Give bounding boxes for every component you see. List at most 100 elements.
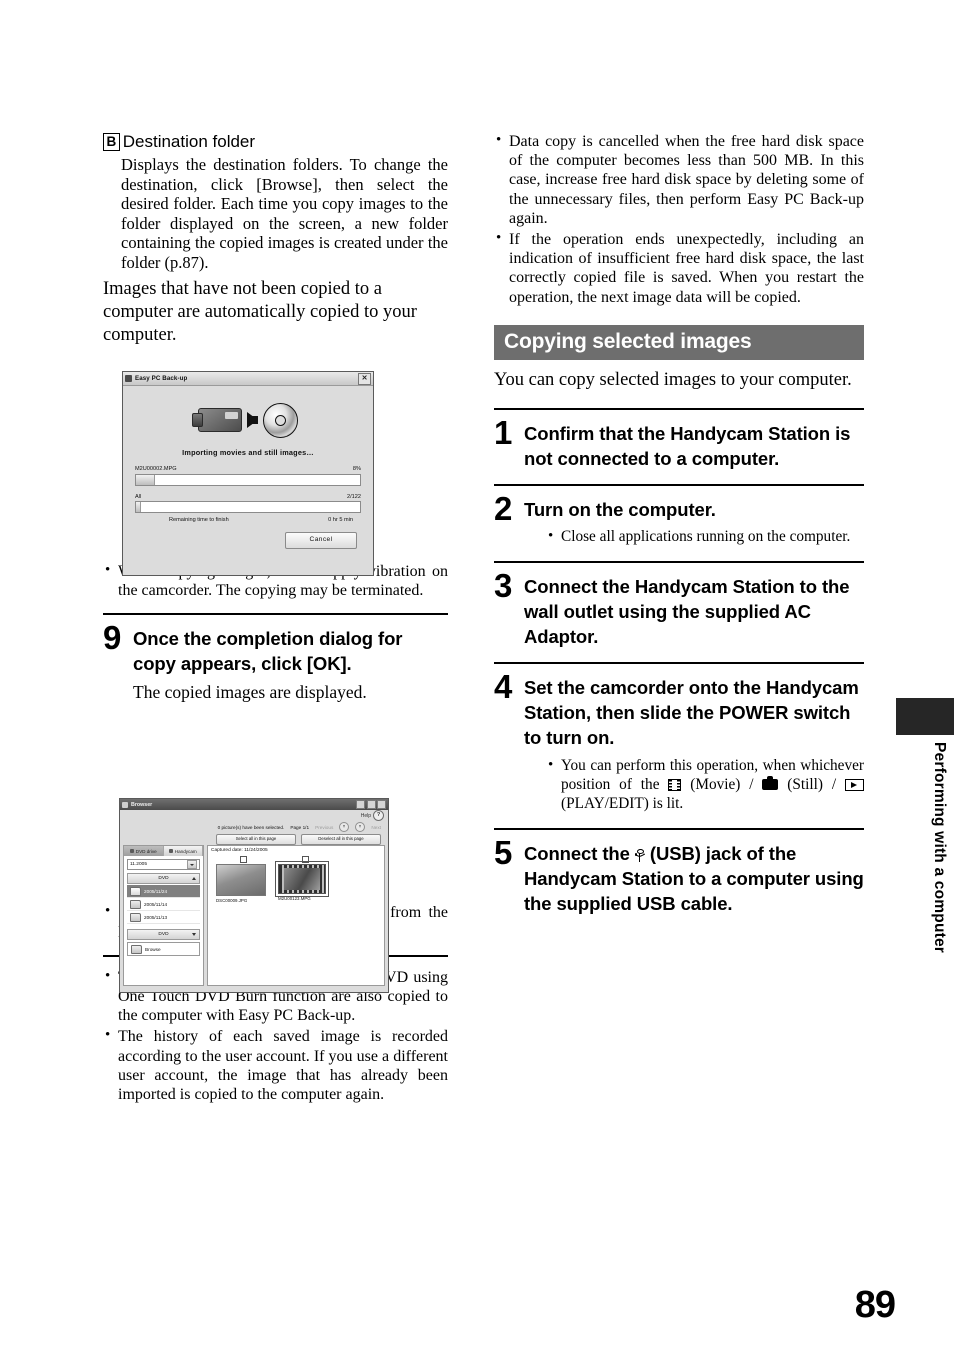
options-button[interactable]: Options bbox=[126, 991, 170, 992]
source-tabs: DVD drive Handycam bbox=[124, 846, 203, 856]
file-progress-labels: M2U00002.MPG 8% bbox=[135, 466, 361, 472]
folder-item-1[interactable]: 2005/11/14 bbox=[127, 898, 200, 911]
divider-above-step2 bbox=[494, 483, 864, 486]
thumbnail-grid: DSC00009.JPG M2U00123.MPG bbox=[208, 853, 384, 903]
current-file-percent: 8% bbox=[352, 466, 361, 472]
browse-item[interactable]: Browse bbox=[128, 943, 199, 955]
top-note-2: If the operation ends unexpectedly, incl… bbox=[494, 229, 864, 307]
file-progress-bar bbox=[135, 473, 361, 486]
group-header-dvd-2[interactable]: DVD bbox=[127, 929, 200, 940]
thumbnail-image-movie[interactable] bbox=[275, 861, 329, 897]
movie-frame bbox=[284, 868, 320, 890]
arrow-right-icon bbox=[247, 412, 258, 428]
usb-icon bbox=[634, 849, 645, 863]
folder-item-0[interactable]: 2005/11/24 bbox=[127, 885, 200, 898]
browser-dialog: Browser Help ? 0 picture(s) have been se… bbox=[119, 798, 389, 993]
tab-handycam[interactable]: Handycam bbox=[163, 846, 203, 856]
step-3-number: 3 bbox=[494, 567, 512, 605]
thumbnail-label: M2U00123.MPG bbox=[278, 896, 311, 901]
step-3: 3 Connect the Handycam Station to the wa… bbox=[494, 567, 864, 649]
marker-b: B bbox=[103, 132, 120, 152]
folder-icon bbox=[130, 899, 141, 909]
movie-mode-icon bbox=[668, 779, 682, 792]
help-label[interactable]: Help bbox=[361, 813, 371, 819]
help-icon[interactable]: ? bbox=[373, 810, 384, 821]
tab-dvd-label: DVD drive bbox=[135, 848, 157, 854]
thumbnail-image-still[interactable] bbox=[216, 864, 266, 896]
step-4-note: You can perform this operation, when whi… bbox=[546, 756, 864, 813]
step-5-title: Connect the (USB) jack of the Handycam S… bbox=[524, 841, 864, 916]
step-2-note: Close all applications running on the co… bbox=[546, 527, 864, 547]
folder-icon bbox=[131, 944, 142, 954]
step-4-note-part-2: (Movie) / bbox=[681, 776, 763, 794]
document-page: B Destination folder Displays the destin… bbox=[0, 0, 954, 1357]
thumbnail-panel: Captured date: 11/24/2005 DSC00009.JPG M… bbox=[207, 845, 385, 986]
help-row: Help ? bbox=[120, 810, 388, 821]
still-mode-icon bbox=[762, 776, 779, 791]
next-arrow-icon[interactable] bbox=[355, 822, 366, 832]
thumbnail-checkbox[interactable] bbox=[302, 856, 309, 863]
step-9-number: 9 bbox=[103, 619, 121, 657]
step-5: 5 Connect the (USB) jack of the Handycam… bbox=[494, 836, 864, 916]
previous-arrow-icon[interactable] bbox=[339, 822, 350, 832]
divider-above-step1 bbox=[494, 407, 864, 410]
cancel-button[interactable]: Cancel bbox=[285, 532, 357, 549]
step-9: 9 Once the completion dialog for copy ap… bbox=[103, 619, 448, 703]
group-header-dvd-1-label: DVD bbox=[158, 876, 169, 881]
divider-above-step3 bbox=[494, 561, 864, 564]
drive-icon bbox=[129, 849, 134, 853]
remaining-value: 0 hr 5 min bbox=[328, 517, 353, 523]
current-file-name: M2U00002.MPG bbox=[135, 466, 177, 472]
deselect-all-button[interactable]: Deselect all in this page bbox=[301, 834, 381, 845]
thumbnail-item[interactable]: DSC00009.JPG bbox=[216, 856, 272, 903]
step-2: 2 Turn on the computer. Close all applic… bbox=[494, 489, 864, 549]
all-label: All bbox=[135, 493, 142, 500]
minimize-icon[interactable] bbox=[356, 800, 365, 809]
maximize-icon[interactable] bbox=[366, 800, 376, 809]
source-panel: DVD drive Handycam 11.2005 DVD 2005/11/2… bbox=[123, 845, 204, 986]
disc-icon bbox=[322, 993, 333, 994]
next-button[interactable]: Next bbox=[371, 825, 381, 830]
step-1-title: Confirm that the Handycam Station is not… bbox=[524, 422, 851, 469]
importing-message: Importing movies and still images… bbox=[182, 448, 314, 457]
bottom-note-2: The history of each saved image is recor… bbox=[103, 1026, 448, 1104]
folder-icon bbox=[130, 912, 141, 922]
date-select-value: 11.2005 bbox=[130, 862, 147, 867]
camcorder-icon bbox=[168, 849, 173, 853]
step-2-notes: Close all applications running on the co… bbox=[546, 527, 864, 547]
chevron-down-icon[interactable] bbox=[187, 860, 197, 869]
group-header-dvd-1[interactable]: DVD bbox=[127, 873, 200, 884]
previous-button[interactable]: Previous bbox=[315, 825, 333, 830]
burn-dvd-button[interactable]: Burn DVD bbox=[338, 991, 382, 992]
select-all-button[interactable]: Select all in this page bbox=[216, 834, 296, 845]
thumbnail-checkbox[interactable] bbox=[240, 856, 247, 863]
chevron-up-icon bbox=[192, 877, 196, 880]
window-buttons bbox=[356, 800, 386, 809]
easy-pc-backup-dialog: Easy PC Back-up ✕ Importing movies and s… bbox=[122, 371, 374, 576]
step-1-number: 1 bbox=[494, 413, 512, 451]
selection-toolbar: 0 picture(s) have been selected. Page 1/… bbox=[205, 821, 385, 832]
close-icon[interactable] bbox=[377, 800, 386, 809]
thumbnail-item[interactable]: M2U00123.MPG bbox=[275, 856, 334, 903]
right-column: Data copy is cancelled when the free har… bbox=[494, 131, 864, 916]
page-number: 89 bbox=[854, 1284, 896, 1326]
selection-status: 0 picture(s) have been selected. bbox=[217, 824, 285, 830]
step-9-body: The copied images are displayed. bbox=[133, 682, 367, 703]
step-4-title: Set the camcorder onto the Handycam Stat… bbox=[524, 677, 859, 749]
folder-item-2[interactable]: 2005/11/13 bbox=[127, 911, 200, 924]
step-3-title: Connect the Handycam Station to the wall… bbox=[524, 576, 850, 648]
section-intro: You can copy selected images to your com… bbox=[494, 369, 852, 390]
destination-folder-title: Destination folder bbox=[122, 132, 256, 151]
browser-title-bar: Browser bbox=[120, 799, 388, 810]
destination-folder-heading: B Destination folder bbox=[103, 132, 448, 152]
close-icon[interactable]: ✕ bbox=[358, 372, 371, 385]
date-select[interactable]: 11.2005 bbox=[127, 859, 200, 870]
remaining-label: Remaining time to finish bbox=[169, 517, 229, 523]
auto-copy-paragraph: Images that have not been copied to a co… bbox=[103, 279, 417, 345]
step-2-number: 2 bbox=[494, 489, 512, 527]
transfer-illustration bbox=[135, 394, 361, 446]
tab-dvd-drive[interactable]: DVD drive bbox=[124, 846, 164, 856]
app-icon bbox=[125, 375, 132, 382]
folder-label: 2005/11/13 bbox=[144, 914, 168, 920]
step-4-number: 4 bbox=[494, 668, 512, 706]
